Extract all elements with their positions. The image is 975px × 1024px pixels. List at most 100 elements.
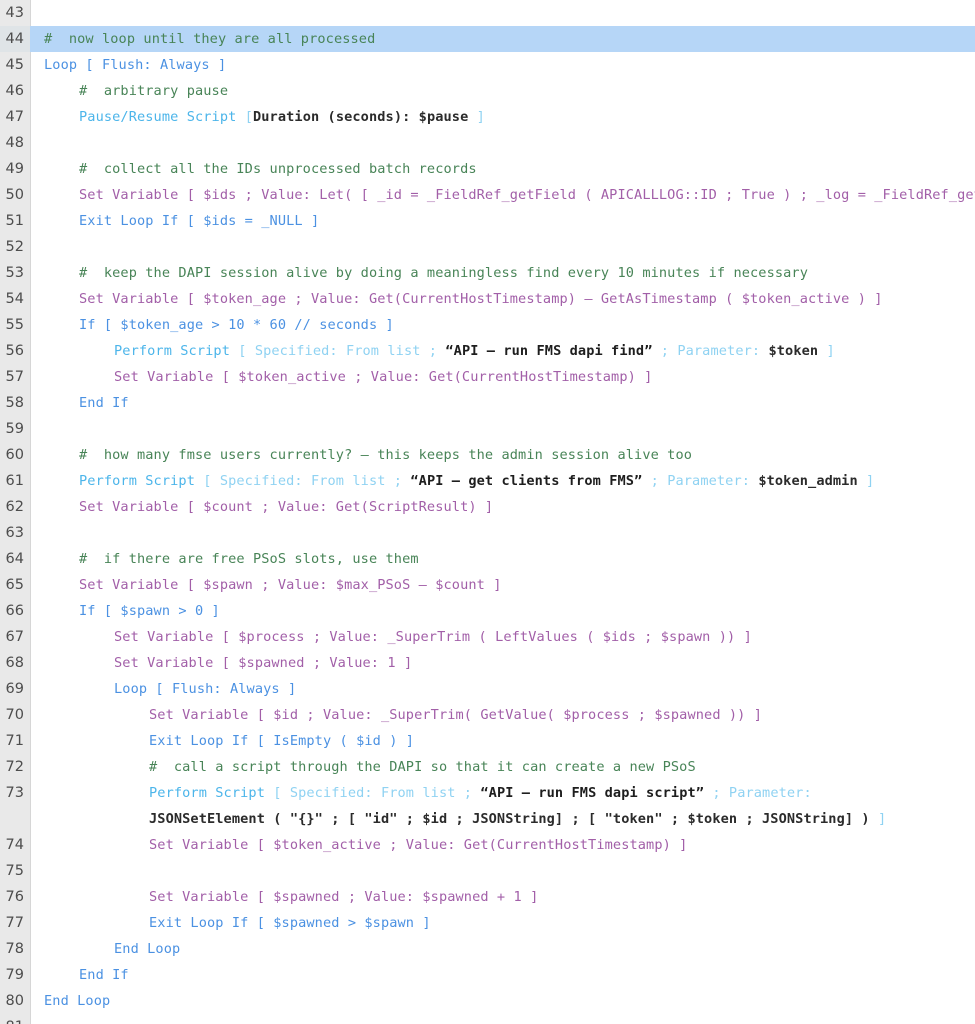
code-line-content[interactable] [30, 858, 975, 884]
code-line[interactable]: 74 Set Variable [ $token_active ; Value: … [0, 832, 975, 858]
code-line-content[interactable]: Set Variable [ $token_age ; Value: Get(C… [30, 286, 975, 312]
code-line-content[interactable]: Set Variable [ $spawned ; Value: 1 ] [30, 650, 975, 676]
code-line-content[interactable]: If [ $token_age > 10 * 60 // seconds ] [30, 312, 975, 338]
code-line[interactable]: 75 [0, 858, 975, 884]
code-line-content[interactable]: End If [30, 962, 975, 988]
code-line-content[interactable]: Set Variable [ $token_active ; Value: Ge… [30, 832, 975, 858]
code-line-content[interactable]: Loop [ Flush: Always ] [30, 676, 975, 702]
code-line-content[interactable] [30, 234, 975, 260]
code-line[interactable]: 55 If [ $token_age > 10 * 60 // seconds ] [0, 312, 975, 338]
code-line-content[interactable]: Loop [ Flush: Always ] [30, 52, 975, 78]
code-token: Set Variable [ $token_active ; Value: Ge… [114, 369, 653, 385]
code-line[interactable]: 70 Set Variable [ $id ; Value: _SuperTrim… [0, 702, 975, 728]
code-token: Exit Loop If [ $spawned > $spawn ] [149, 915, 431, 931]
code-line-content[interactable]: # collect all the IDs unprocessed batch … [30, 156, 975, 182]
code-token: Perform Script [114, 343, 239, 359]
code-line[interactable]: 50 Set Variable [ $ids ; Value: Let( [ _i… [0, 182, 975, 208]
line-number: 50 [5, 187, 24, 203]
code-line[interactable]: 79 End If [0, 962, 975, 988]
code-line[interactable]: 76 Set Variable [ $spawned ; Value: $spaw… [0, 884, 975, 910]
code-line[interactable]: 46 # arbitrary pause [0, 78, 975, 104]
line-number: 48 [5, 135, 24, 151]
code-line[interactable]: 57 Set Variable [ $token_active ; Value: … [0, 364, 975, 390]
code-line[interactable]: 71 Exit Loop If [ IsEmpty ( $id ) ] [0, 728, 975, 754]
code-line-content[interactable]: End Loop [30, 988, 975, 1014]
code-line[interactable]: 78 End Loop [0, 936, 975, 962]
code-line[interactable]: 53 # keep the DAPI session alive by doing… [0, 260, 975, 286]
line-number: 47 [5, 109, 24, 125]
code-line-content[interactable]: Exit Loop If [ IsEmpty ( $id ) ] [30, 728, 975, 754]
code-token: Set Variable [ $process ; Value: _SuperT… [114, 629, 752, 645]
code-line[interactable]: 58 End If [0, 390, 975, 416]
code-line-content[interactable] [30, 130, 975, 156]
code-token: ; Parameter: [712, 785, 812, 801]
code-line-content[interactable]: # keep the DAPI session alive by doing a… [30, 260, 975, 286]
code-line[interactable]: 62 Set Variable [ $count ; Value: Get(Scr… [0, 494, 975, 520]
code-token: ] [476, 109, 485, 125]
code-line-content[interactable]: Exit Loop If [ $ids = _NULL ] [30, 208, 975, 234]
code-line-content[interactable]: Perform Script [ Specified: From list ; … [30, 468, 975, 494]
code-line-content[interactable] [30, 0, 975, 26]
code-line[interactable]: 49 # collect all the IDs unprocessed batc… [0, 156, 975, 182]
code-line[interactable]: 80 End Loop [0, 988, 975, 1014]
code-line-content[interactable] [30, 416, 975, 442]
code-line-content[interactable]: # call a script through the DAPI so that… [30, 754, 975, 780]
code-line[interactable]: 77 Exit Loop If [ $spawned > $spawn ] [0, 910, 975, 936]
code-line[interactable]: 45 Loop [ Flush: Always ] [0, 52, 975, 78]
code-line-content[interactable]: Set Variable [ $token_active ; Value: Ge… [30, 364, 975, 390]
line-number: 74 [5, 837, 24, 853]
line-number: 58 [5, 395, 24, 411]
line-number: 52 [5, 239, 24, 255]
code-line[interactable]: 64 # if there are free PSoS slots, use th… [0, 546, 975, 572]
code-line-content[interactable]: Set Variable [ $count ; Value: Get(Scrip… [30, 494, 975, 520]
code-line-content[interactable]: Set Variable [ $process ; Value: _SuperT… [30, 624, 975, 650]
code-line-content[interactable]: # if there are free PSoS slots, use them [30, 546, 975, 572]
code-line[interactable]: 67 Set Variable [ $process ; Value: _Supe… [0, 624, 975, 650]
code-line[interactable]: 44 # now loop until they are all processe… [0, 26, 975, 52]
code-line[interactable]: 72 # call a script through the DAPI so th… [0, 754, 975, 780]
code-line-content[interactable]: Perform Script [ Specified: From list ; … [30, 780, 975, 832]
code-line[interactable]: 81 [0, 1014, 975, 1024]
code-line[interactable]: 69 Loop [ Flush: Always ] [0, 676, 975, 702]
script-editor: 43 44 # now loop until they are all proce… [0, 0, 975, 1024]
code-line-content[interactable]: # how many fmse users currently? – this … [30, 442, 975, 468]
code-line[interactable]: 48 [0, 130, 975, 156]
code-line[interactable]: 68 Set Variable [ $spawned ; Value: 1 ] [0, 650, 975, 676]
code-token: End If [79, 967, 129, 983]
code-token: Loop [ Flush: Always ] [114, 681, 297, 697]
code-line-content[interactable]: Pause/Resume Script [Duration (seconds):… [30, 104, 975, 130]
code-line-content[interactable]: If [ $spawn > 0 ] [30, 598, 975, 624]
code-line[interactable]: 51 Exit Loop If [ $ids = _NULL ] [0, 208, 975, 234]
code-line[interactable]: 56 Perform Script [ Specified: From list … [0, 338, 975, 364]
code-line[interactable]: 61 Perform Script [ Specified: From list … [0, 468, 975, 494]
line-number: 66 [5, 603, 24, 619]
code-line[interactable]: 73 Perform Script [ Specified: From list … [0, 780, 975, 832]
code-line[interactable]: 60 # how many fmse users currently? – thi… [0, 442, 975, 468]
code-line-content[interactable] [30, 1014, 975, 1024]
code-line-content[interactable]: Exit Loop If [ $spawned > $spawn ] [30, 910, 975, 936]
code-line-content[interactable]: Set Variable [ $id ; Value: _SuperTrim( … [30, 702, 975, 728]
code-line-content[interactable]: # arbitrary pause [30, 78, 975, 104]
code-token: [ [244, 109, 253, 125]
code-token: # collect all the IDs unprocessed batch … [79, 161, 477, 177]
code-line[interactable]: 43 [0, 0, 975, 26]
code-line-content[interactable]: Set Variable [ $spawned ; Value: $spawne… [30, 884, 975, 910]
code-line[interactable]: 65 Set Variable [ $spawn ; Value: $max_PS… [0, 572, 975, 598]
code-line[interactable]: 59 [0, 416, 975, 442]
code-line[interactable]: 66 If [ $spawn > 0 ] [0, 598, 975, 624]
code-line-content[interactable]: Set Variable [ $spawn ; Value: $max_PSoS… [30, 572, 975, 598]
code-line[interactable]: 52 [0, 234, 975, 260]
code-token: ; Parameter: [650, 473, 759, 489]
code-line-content[interactable]: Set Variable [ $ids ; Value: Let( [ _id … [30, 182, 975, 208]
code-line-content[interactable]: End If [30, 390, 975, 416]
code-line[interactable]: 54 Set Variable [ $token_age ; Value: Get… [0, 286, 975, 312]
code-line-content[interactable]: End Loop [30, 936, 975, 962]
code-line[interactable]: 47 Pause/Resume Script [Duration (seconds… [0, 104, 975, 130]
code-token: End Loop [44, 993, 111, 1009]
line-number: 49 [5, 161, 24, 177]
code-line-content[interactable] [30, 520, 975, 546]
code-line[interactable]: 63 [0, 520, 975, 546]
code-lines-container[interactable]: 43 44 # now loop until they are all proce… [0, 0, 975, 1024]
code-line-content[interactable]: # now loop until they are all processed [30, 26, 975, 52]
code-line-content[interactable]: Perform Script [ Specified: From list ; … [30, 338, 975, 364]
